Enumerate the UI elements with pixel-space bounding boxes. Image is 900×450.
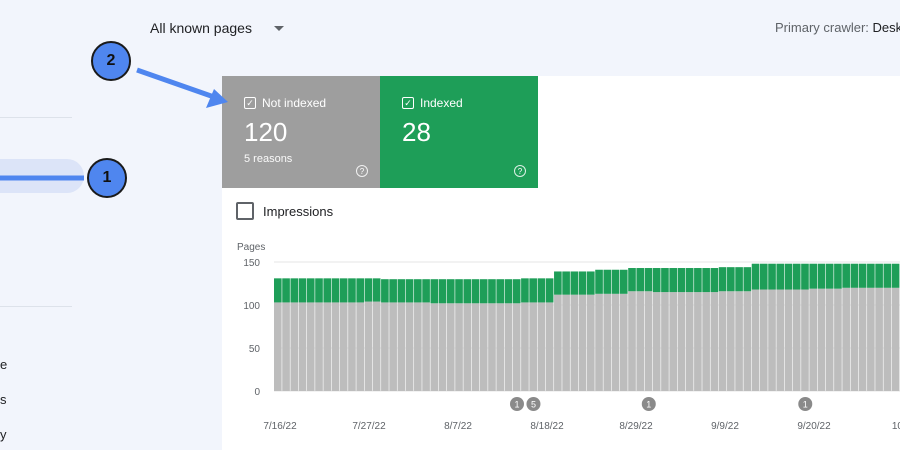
annotation-arrows bbox=[0, 67, 228, 181]
callout-badge: 2 bbox=[91, 41, 131, 81]
callout-badge: 1 bbox=[87, 158, 127, 198]
arrow-head bbox=[206, 89, 228, 108]
arrow-to-card bbox=[136, 67, 215, 100]
